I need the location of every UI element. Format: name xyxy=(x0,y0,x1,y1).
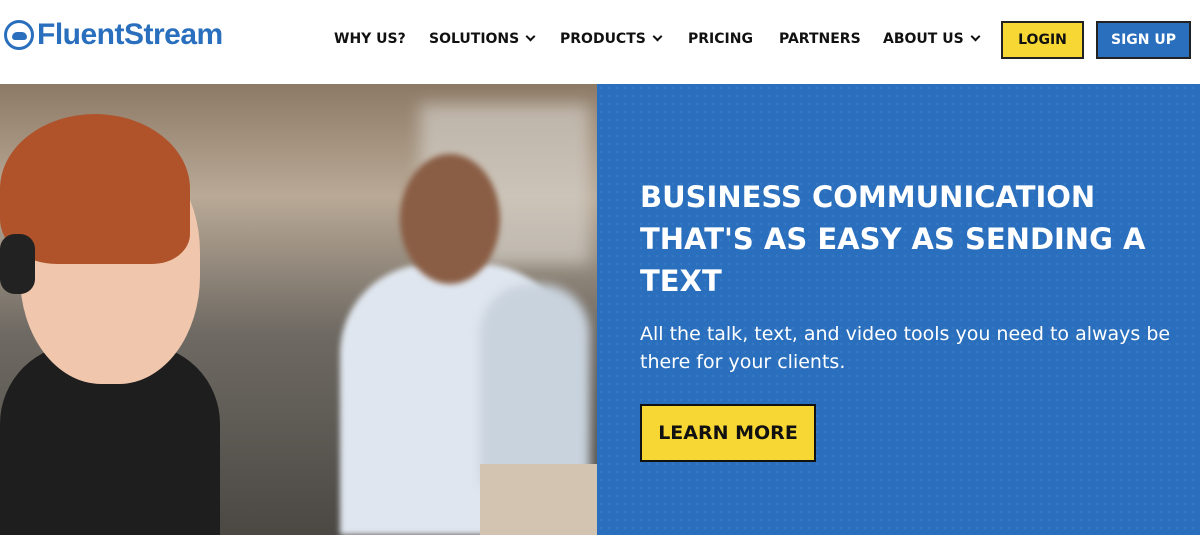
hero-title: BUSINESS COMMUNICATION THAT'S AS EASY AS… xyxy=(640,180,1146,298)
nav-label: SOLUTIONS xyxy=(429,31,520,47)
logo-text: FluentStream xyxy=(37,18,223,51)
hero-panel: BUSINESS COMMUNICATION THAT'S AS EASY AS… xyxy=(597,84,1200,535)
signup-button[interactable]: SIGN UP xyxy=(1096,21,1191,59)
hero-photo-call-center-agents xyxy=(0,84,597,535)
chevron-down-icon xyxy=(525,31,536,42)
nav-pricing[interactable]: PRICING xyxy=(688,31,753,47)
chevron-down-icon xyxy=(652,31,663,42)
nav-label: WHY US? xyxy=(334,31,406,47)
learn-more-button[interactable]: LEARN MORE xyxy=(640,404,816,462)
nav-label: ABOUT US xyxy=(883,31,964,47)
hero-subtitle: All the talk, text, and video tools you … xyxy=(640,323,1171,373)
logo[interactable]: FluentStream xyxy=(4,18,223,52)
nav-label: PRODUCTS xyxy=(560,31,646,47)
hero-section: BUSINESS COMMUNICATION THAT'S AS EASY AS… xyxy=(0,84,1200,535)
cloud-logo-icon xyxy=(4,20,34,50)
site-header: FluentStream WHY US? SOLUTIONS PRODUCTS … xyxy=(0,0,1200,84)
nav-why-us[interactable]: WHY US? xyxy=(334,31,406,47)
nav-label: PARTNERS xyxy=(779,31,861,47)
login-button[interactable]: LOGIN xyxy=(1001,21,1084,59)
nav-about-us[interactable]: ABOUT US xyxy=(883,31,981,47)
chevron-down-icon xyxy=(970,31,981,42)
nav-partners[interactable]: PARTNERS xyxy=(779,31,861,47)
nav-label: PRICING xyxy=(688,31,753,47)
nav-products[interactable]: PRODUCTS xyxy=(560,31,663,47)
nav-solutions[interactable]: SOLUTIONS xyxy=(429,31,536,47)
